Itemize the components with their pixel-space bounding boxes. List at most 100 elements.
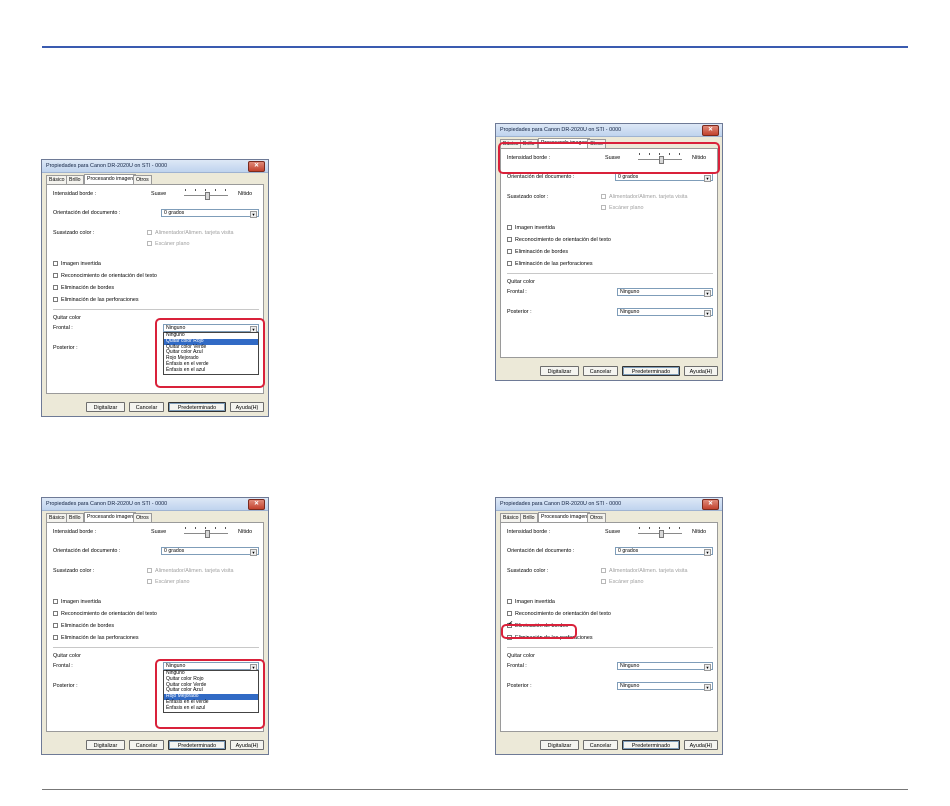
default-button[interactable]: Predeterminado <box>622 740 680 750</box>
color-smoothing-label: Suavizado color : <box>507 194 549 200</box>
flatbed-checkbox <box>147 579 152 584</box>
orientation-recognition-checkbox[interactable] <box>507 611 512 616</box>
default-button[interactable]: Predeterminado <box>622 366 680 376</box>
flatbed-checkbox <box>147 241 152 246</box>
punch-hole-checkbox[interactable] <box>53 635 58 640</box>
default-button[interactable]: Predeterminado <box>168 740 226 750</box>
orientation-recognition-checkbox[interactable] <box>53 273 58 278</box>
front-label: Frontal : <box>53 663 73 669</box>
cancel-button[interactable]: Cancelar <box>583 366 618 376</box>
scan-button[interactable]: Digitalizar <box>540 366 579 376</box>
scan-button[interactable]: Digitalizar <box>86 402 125 412</box>
border-removal-checkbox[interactable] <box>507 249 512 254</box>
chevron-down-icon: ▼ <box>704 310 711 317</box>
back-label: Posterior : <box>53 683 78 689</box>
scan-button[interactable]: Digitalizar <box>540 740 579 750</box>
edge-intensity-label: Intensidad borde : <box>507 529 551 535</box>
chevron-down-icon: ▼ <box>704 664 711 671</box>
window-title: Propiedades para Canon DR-2020U on STI -… <box>500 127 622 133</box>
front-label: Frontal : <box>507 663 527 669</box>
help-button[interactable]: Ayuda(H) <box>230 740 264 750</box>
close-button[interactable]: ✕ <box>702 125 719 136</box>
remove-color-group-label: Quitar color <box>507 653 535 659</box>
orientation-value: 0 grados <box>164 548 185 554</box>
tab-basico[interactable]: Básico <box>46 175 68 184</box>
punch-hole-checkbox[interactable] <box>53 297 58 302</box>
flatbed-option-label: Escáner plano <box>155 579 190 585</box>
back-color-select[interactable]: Ninguno ▼ <box>617 682 713 691</box>
invert-checkbox[interactable] <box>53 599 58 604</box>
border-removal-checkbox[interactable] <box>53 623 58 628</box>
slider-tick <box>195 527 196 529</box>
border-removal-checkbox[interactable] <box>53 285 58 290</box>
cancel-button[interactable]: Cancelar <box>129 402 164 412</box>
border-removal-label: Eliminación de bordes <box>61 623 115 629</box>
tab-otros[interactable]: Otros <box>133 175 152 184</box>
edge-slider-thumb[interactable] <box>659 530 664 538</box>
tab-basico[interactable]: Básico <box>46 513 68 522</box>
front-color-select[interactable]: Ninguno ▼ <box>617 662 713 671</box>
punch-hole-checkbox[interactable] <box>507 261 512 266</box>
default-button[interactable]: Predeterminado <box>168 402 226 412</box>
tab-panel: Intensidad borde : Suave Nítido Orientac… <box>500 148 718 358</box>
edge-intensity-label: Intensidad borde : <box>53 191 97 197</box>
slider-tick <box>669 527 670 529</box>
top-rule <box>42 46 908 48</box>
divider <box>507 647 713 648</box>
tab-otros[interactable]: Otros <box>133 513 152 522</box>
orientation-value: 0 grados <box>618 548 639 554</box>
divider <box>53 309 259 310</box>
close-button[interactable]: ✕ <box>248 161 265 172</box>
help-button[interactable]: Ayuda(H) <box>684 366 718 376</box>
orientation-select[interactable]: 0 grados ▼ <box>615 547 713 556</box>
front-color-select[interactable]: Ninguno ▼ <box>617 288 713 297</box>
orientation-select[interactable]: 0 grados ▼ <box>615 173 713 182</box>
title-bar: Propiedades para Canon DR-2020U on STI -… <box>42 160 268 173</box>
back-color-select[interactable]: Ninguno ▼ <box>617 308 713 317</box>
orientation-select[interactable]: 0 grados ▼ <box>161 547 259 556</box>
feeder-checkbox <box>601 194 606 199</box>
tab-brillo[interactable]: Brillo <box>520 513 538 522</box>
border-removal-label: Eliminación de bordes <box>515 249 569 255</box>
invert-checkbox[interactable] <box>507 599 512 604</box>
orientation-recognition-label: Reconocimiento de orientación del texto <box>515 237 611 243</box>
help-button[interactable]: Ayuda(H) <box>684 740 718 750</box>
cancel-button[interactable]: Cancelar <box>583 740 618 750</box>
tab-basico[interactable]: Básico <box>500 513 522 522</box>
orientation-select[interactable]: 0 grados ▼ <box>161 209 259 218</box>
invert-label: Imagen invertida <box>61 261 101 267</box>
slider-tick <box>649 527 650 529</box>
feeder-option-label: Alimentador/Alimen. tarjeta visita <box>609 194 688 200</box>
orientation-label: Orientación del documento : <box>53 210 121 216</box>
invert-checkbox[interactable] <box>507 225 512 230</box>
orientation-recognition-label: Reconocimiento de orientación del texto <box>61 273 157 279</box>
close-button[interactable]: ✕ <box>248 499 265 510</box>
edge-sharp-label: Nítido <box>692 529 707 535</box>
orientation-recognition-checkbox[interactable] <box>53 611 58 616</box>
punch-hole-label: Eliminación de las perforaciones <box>61 297 139 303</box>
tab-otros[interactable]: Otros <box>587 513 606 522</box>
invert-checkbox[interactable] <box>53 261 58 266</box>
orientation-recognition-checkbox[interactable] <box>507 237 512 242</box>
highlight-border-removal <box>501 624 577 639</box>
highlight-front-dropdown <box>155 318 265 388</box>
help-button[interactable]: Ayuda(H) <box>230 402 264 412</box>
orientation-value: 0 grados <box>164 210 185 216</box>
tab-brillo[interactable]: Brillo <box>66 513 84 522</box>
edge-soft-label: Suave <box>151 191 167 197</box>
flatbed-option-label: Escáner plano <box>609 205 644 211</box>
scan-button[interactable]: Digitalizar <box>86 740 125 750</box>
orientation-value: 0 grados <box>618 174 639 180</box>
edge-slider-thumb[interactable] <box>205 192 210 200</box>
edge-slider-thumb[interactable] <box>205 530 210 538</box>
flatbed-checkbox <box>601 205 606 210</box>
tab-brillo[interactable]: Brillo <box>66 175 84 184</box>
cancel-button[interactable]: Cancelar <box>129 740 164 750</box>
feeder-checkbox <box>147 230 152 235</box>
close-button[interactable]: ✕ <box>702 499 719 510</box>
edge-soft-label: Suave <box>151 529 167 535</box>
edge-sharp-label: Nítido <box>238 529 253 535</box>
flatbed-option-label: Escáner plano <box>155 241 190 247</box>
slider-tick <box>205 527 206 529</box>
feeder-option-label: Alimentador/Alimen. tarjeta visita <box>155 230 234 236</box>
